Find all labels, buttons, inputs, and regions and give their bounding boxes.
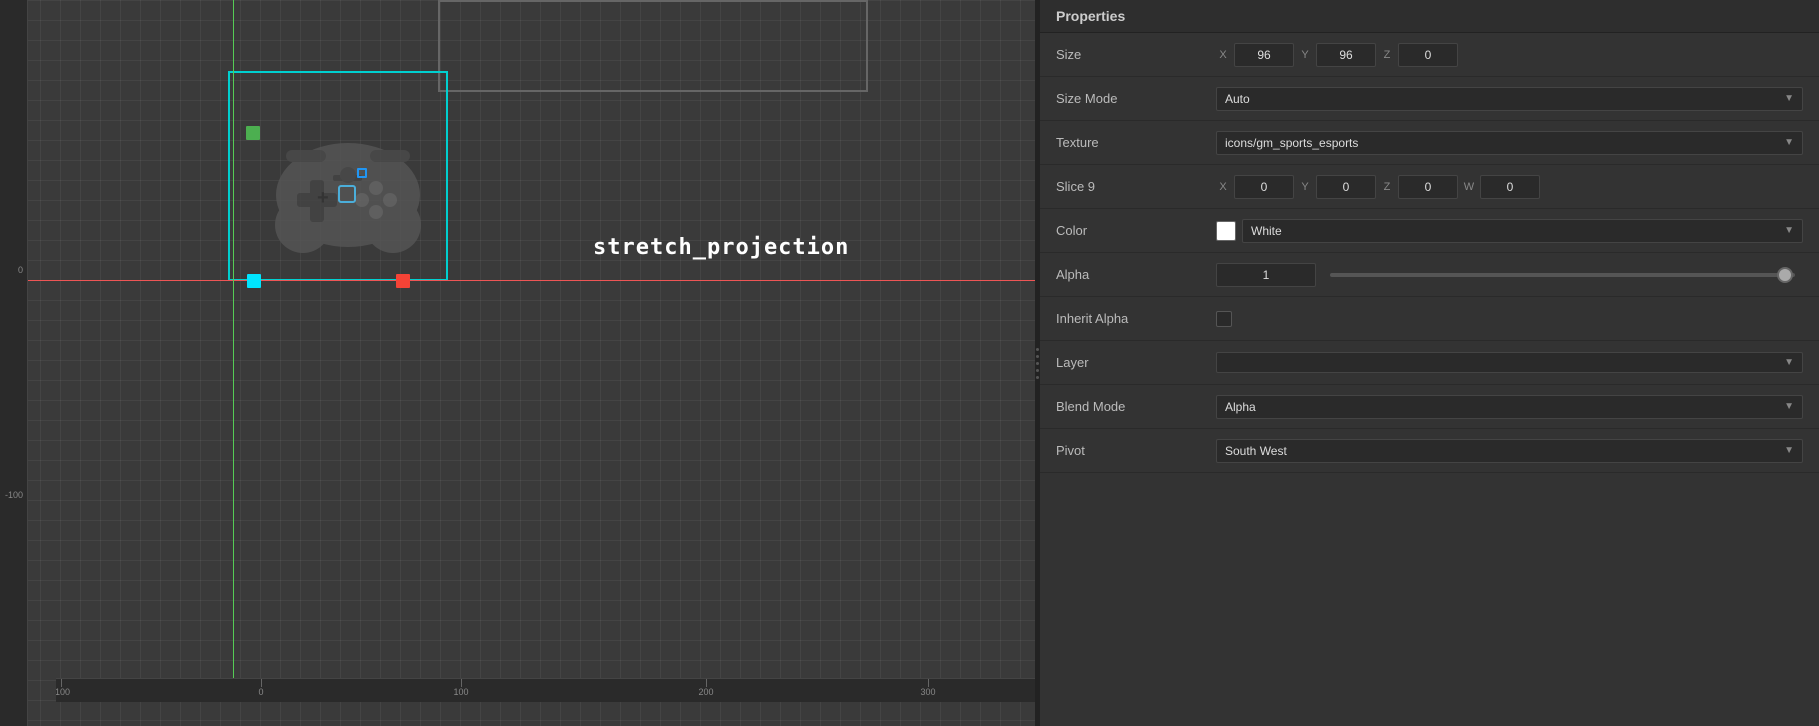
texture-dropdown[interactable]: icons/gm_sports_esports ▼ (1216, 131, 1803, 155)
inherit-alpha-value (1216, 311, 1803, 327)
stretch-projection-label: stretch_projection (593, 235, 849, 260)
blend-mode-dropdown[interactable]: Alpha ▼ (1216, 395, 1803, 419)
prop-row-inherit-alpha: Inherit Alpha (1040, 297, 1819, 341)
inherit-alpha-checkbox[interactable] (1216, 311, 1232, 327)
prop-row-size: Size X Y Z (1040, 33, 1819, 77)
size-mode-dropdown[interactable]: Auto ▼ (1216, 87, 1803, 111)
handle-top-left[interactable] (246, 126, 260, 140)
texture-value: icons/gm_sports_esports ▼ (1216, 131, 1803, 155)
properties-panel: Properties Size X Y Z Size Mode Auto ▼ T… (1039, 0, 1819, 726)
size-z-input[interactable] (1398, 43, 1458, 67)
prop-row-size-mode: Size Mode Auto ▼ (1040, 77, 1819, 121)
slice9-w-label: W (1462, 181, 1476, 193)
size-mode-arrow: ▼ (1784, 93, 1794, 104)
alpha-value (1216, 263, 1803, 287)
blend-mode-label: Blend Mode (1056, 399, 1216, 414)
handle-center[interactable] (357, 168, 367, 178)
color-value: White ▼ (1216, 219, 1803, 243)
blend-mode-arrow: ▼ (1784, 401, 1794, 412)
slice9-label: Slice 9 (1056, 179, 1216, 194)
layer-value: ▼ (1216, 352, 1803, 373)
layer-arrow: ▼ (1784, 357, 1794, 368)
inherit-alpha-label: Inherit Alpha (1056, 311, 1216, 326)
size-x-input[interactable] (1234, 43, 1294, 67)
slice9-x-label: X (1216, 181, 1230, 193)
pivot-dropdown[interactable]: South West ▼ (1216, 439, 1803, 463)
axis-horizontal (28, 280, 1035, 281)
handle-bottom-mid[interactable] (396, 274, 410, 288)
color-swatch[interactable] (1216, 221, 1236, 241)
size-z-label: Z (1380, 49, 1394, 61)
slice9-w-input[interactable] (1480, 175, 1540, 199)
pivot-value: South West ▼ (1216, 439, 1803, 463)
layer-label: Layer (1056, 355, 1216, 370)
slice9-z-input[interactable] (1398, 175, 1458, 199)
prop-row-layer: Layer ▼ (1040, 341, 1819, 385)
slice9-z-label: Z (1380, 181, 1394, 193)
prop-row-slice9: Slice 9 X Y Z W (1040, 165, 1819, 209)
alpha-label: Alpha (1056, 267, 1216, 282)
gamepad-icon: + (268, 120, 428, 260)
prop-row-color: Color White ▼ (1040, 209, 1819, 253)
panel-title: Properties (1040, 0, 1819, 33)
slice9-y-label: Y (1298, 181, 1312, 193)
texture-label: Texture (1056, 135, 1216, 150)
prop-row-texture: Texture icons/gm_sports_esports ▼ (1040, 121, 1819, 165)
prop-row-blend-mode: Blend Mode Alpha ▼ (1040, 385, 1819, 429)
alpha-input[interactable] (1216, 263, 1316, 287)
alpha-slider-thumb (1777, 267, 1793, 283)
canvas-area[interactable]: 0 -100 + (0, 0, 1035, 726)
size-x-label: X (1216, 49, 1230, 61)
prop-row-pivot: Pivot South West ▼ (1040, 429, 1819, 473)
texture-arrow: ▼ (1784, 137, 1794, 148)
alpha-slider[interactable] (1330, 273, 1795, 277)
canvas-content: + (28, 0, 1035, 702)
ruler-left: 0 -100 (0, 0, 28, 726)
gamepad-sprite[interactable]: + (268, 120, 428, 260)
prop-row-alpha: Alpha (1040, 253, 1819, 297)
size-y-input[interactable] (1316, 43, 1376, 67)
top-rect (438, 0, 868, 92)
pivot-label: Pivot (1056, 443, 1216, 458)
slice9-y-input[interactable] (1316, 175, 1376, 199)
size-mode-value: Auto ▼ (1216, 87, 1803, 111)
ruler-bottom: -100 0 100 200 300 (56, 678, 1035, 702)
handle-left-mid[interactable] (247, 274, 261, 288)
size-y-label: Y (1298, 49, 1312, 61)
size-value: X Y Z (1216, 43, 1803, 67)
layer-dropdown[interactable]: ▼ (1216, 352, 1803, 373)
color-dropdown[interactable]: White ▼ (1242, 219, 1803, 243)
slice9-x-input[interactable] (1234, 175, 1294, 199)
color-arrow: ▼ (1784, 225, 1794, 236)
blend-mode-value: Alpha ▼ (1216, 395, 1803, 419)
pivot-arrow: ▼ (1784, 445, 1794, 456)
size-label: Size (1056, 47, 1216, 62)
axis-vertical (233, 0, 234, 702)
slice9-value: X Y Z W (1216, 175, 1803, 199)
color-label: Color (1056, 223, 1216, 238)
size-mode-label: Size Mode (1056, 91, 1216, 106)
svg-text:+: + (317, 187, 329, 209)
